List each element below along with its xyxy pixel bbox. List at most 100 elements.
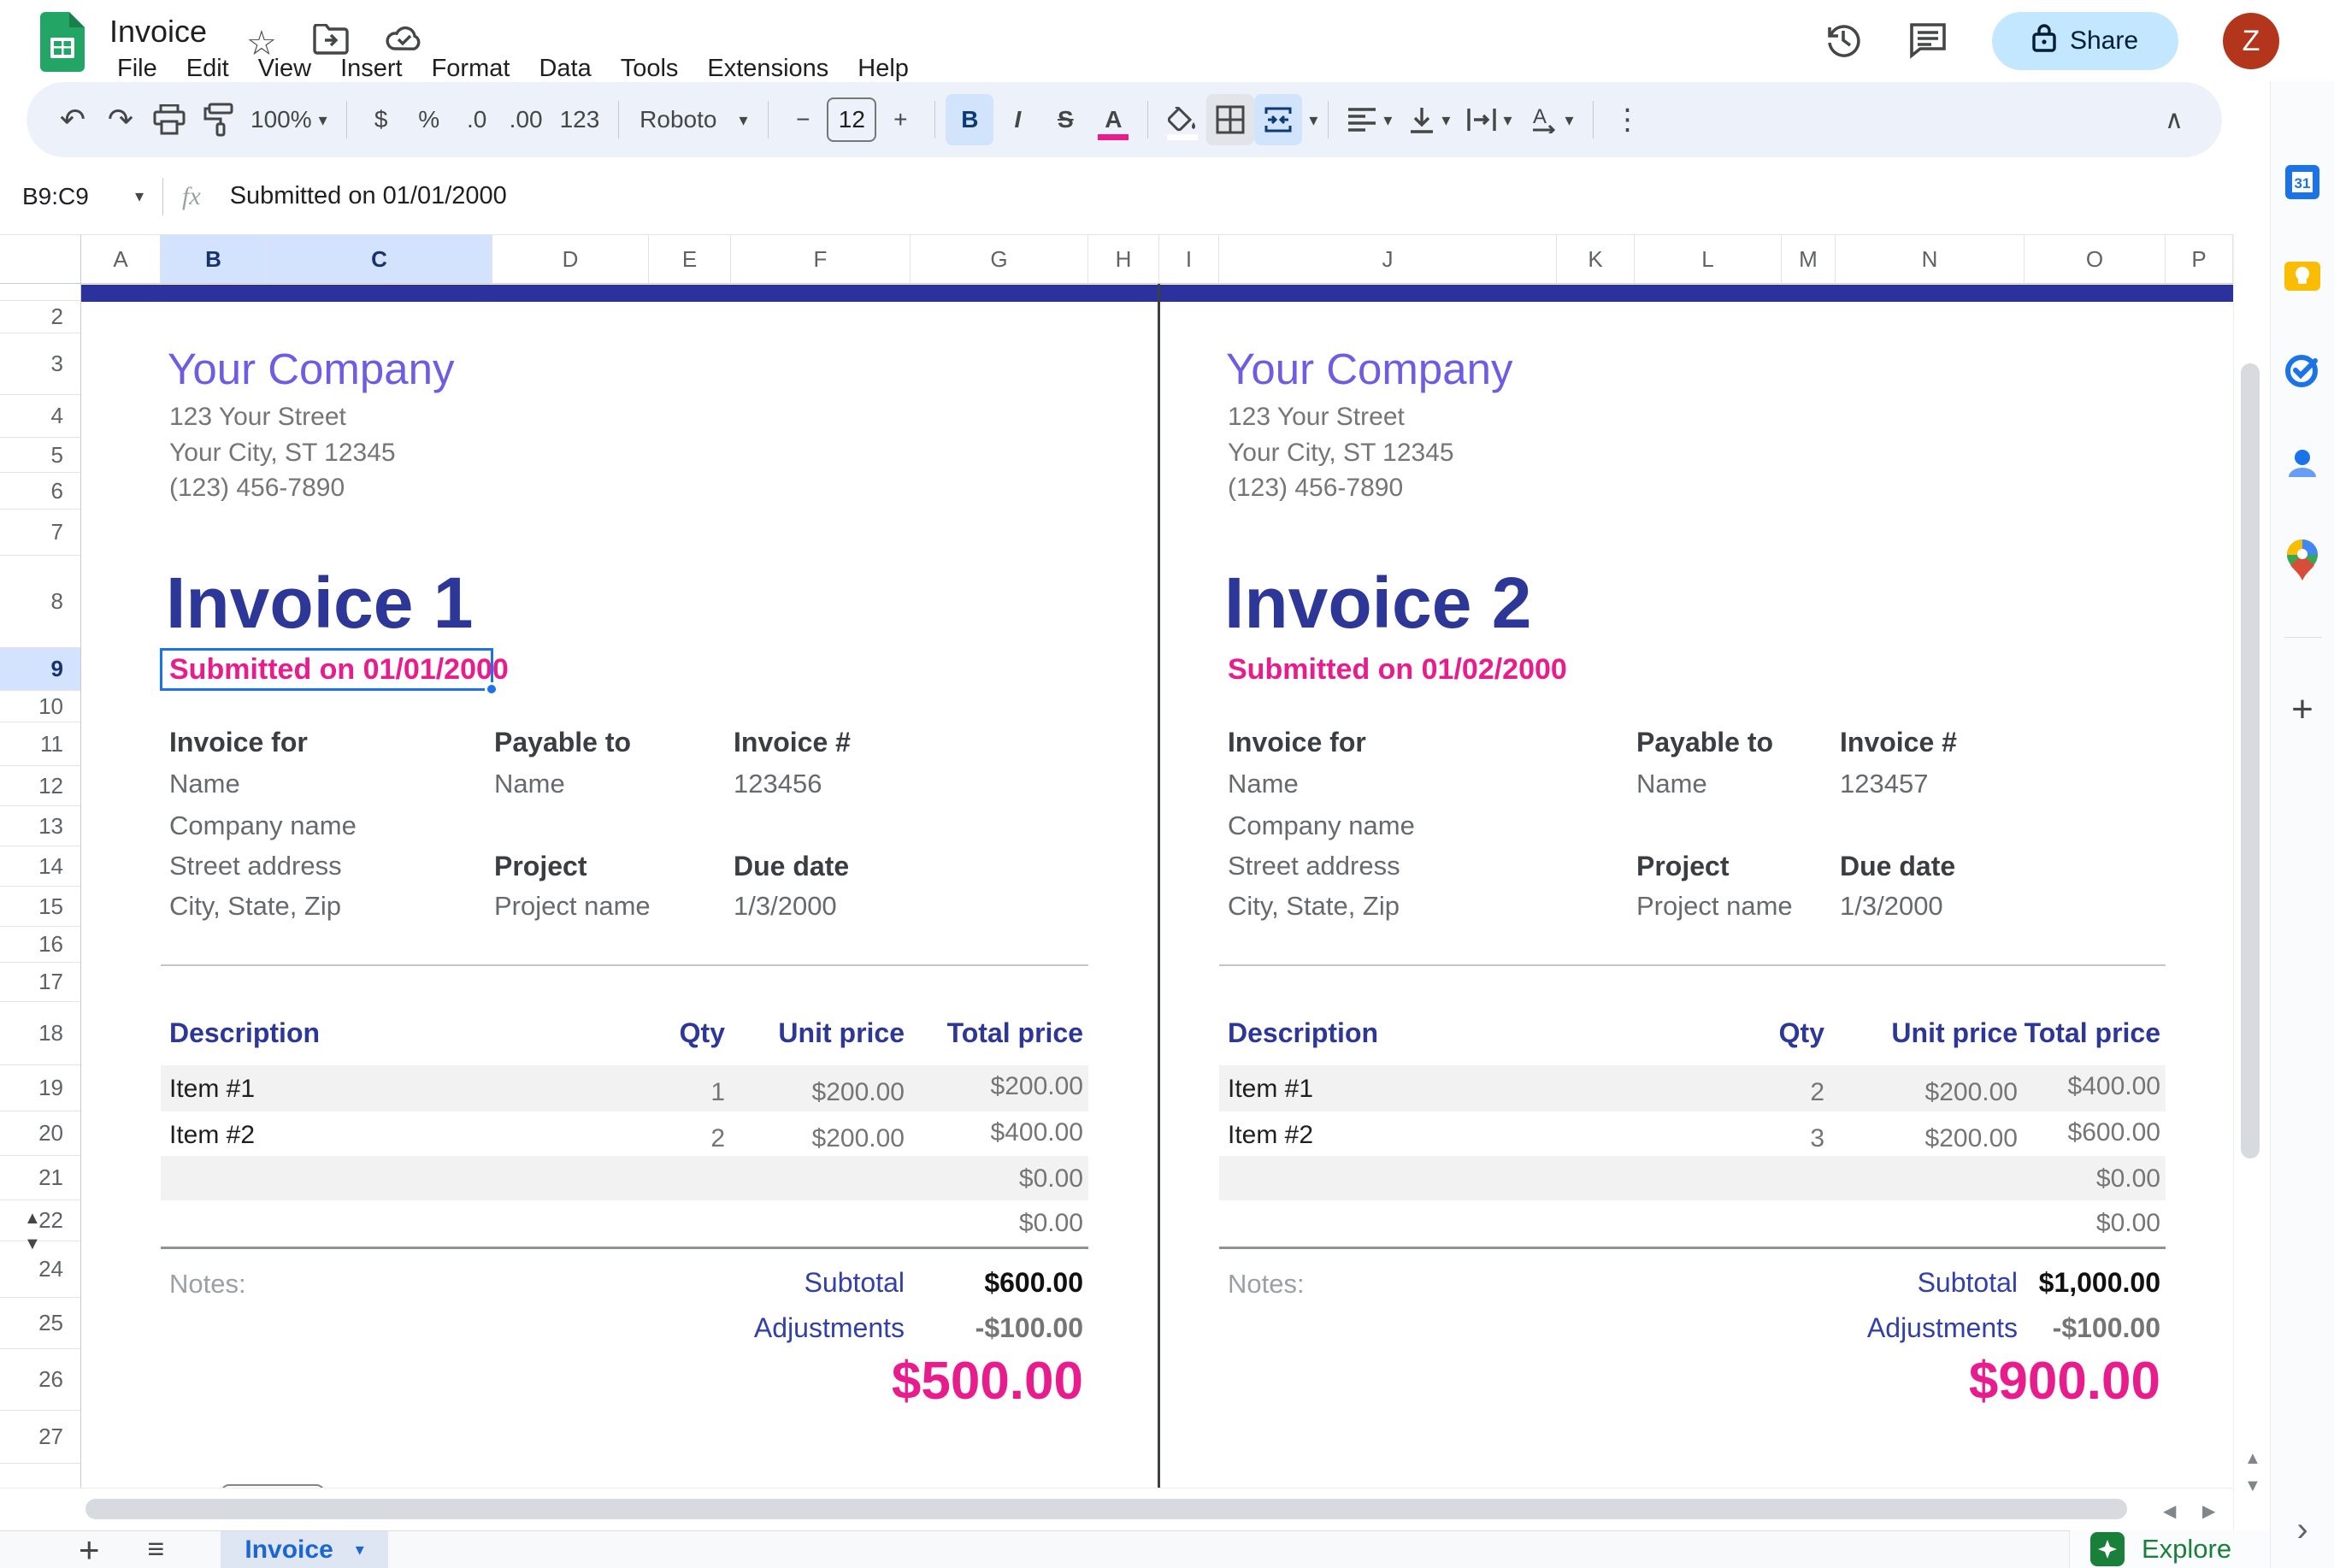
more-toolbar-options[interactable]: ⋮ (1604, 94, 1652, 145)
item-unit[interactable]: $200.00 (1925, 1124, 2018, 1153)
col-header-J[interactable]: J (1219, 235, 1557, 284)
project-name[interactable]: Project name (1636, 891, 1793, 922)
text-rotation-button[interactable]: A ▾ (1521, 94, 1583, 145)
invoice-title[interactable]: Invoice 1 (166, 562, 474, 645)
row-header-8[interactable]: 8 (0, 556, 80, 648)
print-button[interactable] (144, 94, 194, 145)
invoice-no[interactable]: 123456 (734, 769, 822, 799)
invoice-for-label[interactable]: Invoice for (1228, 727, 1366, 758)
col-description-label[interactable]: Description (169, 1017, 320, 1049)
item-total[interactable]: $0.00 (2096, 1209, 2160, 1238)
company-phone[interactable]: (123) 456-7890 (1228, 474, 1403, 503)
item-total[interactable]: $400.00 (991, 1118, 1083, 1147)
company-street[interactable]: 123 Your Street (1228, 403, 1405, 432)
due-date[interactable]: 1/3/2000 (1840, 891, 1943, 922)
version-history-icon[interactable] (1823, 19, 1864, 64)
subtotal-value[interactable]: $1,000.00 (2039, 1267, 2160, 1299)
scroll-down-icon[interactable]: ▼ (2244, 1477, 2261, 1496)
subtotal-label[interactable]: Subtotal (1918, 1267, 2018, 1299)
tasks-icon[interactable] (2283, 351, 2322, 394)
item-unit[interactable]: $200.00 (812, 1078, 905, 1107)
company-name[interactable]: Your Company (168, 344, 454, 394)
col-header-C[interactable]: C (267, 235, 492, 284)
subtotal-value[interactable]: $600.00 (984, 1267, 1083, 1299)
row-header-25[interactable]: 25 (0, 1298, 80, 1349)
row-header-4[interactable]: 4 (0, 395, 80, 438)
item-desc[interactable]: Item #1 (169, 1075, 255, 1104)
invoice-no-label[interactable]: Invoice # (734, 727, 851, 758)
item-desc[interactable]: Item #2 (169, 1121, 255, 1150)
col-qty-label[interactable]: Qty (1779, 1017, 1824, 1049)
item-unit[interactable]: $200.00 (812, 1124, 905, 1153)
bill-street[interactable]: Street address (1228, 851, 1400, 881)
sheets-logo-icon[interactable] (40, 12, 85, 72)
paint-format-button[interactable] (194, 94, 242, 145)
row-header-6[interactable]: 6 (0, 473, 80, 510)
sheet-tab-invoice[interactable]: Invoice ▾ (221, 1531, 387, 1568)
col-total-label[interactable]: Total price (947, 1017, 1083, 1049)
item-total[interactable]: $400.00 (2068, 1072, 2160, 1101)
invoice-title[interactable]: Invoice 2 (1224, 562, 1532, 645)
row-header-16[interactable]: 16 (0, 927, 80, 963)
adjustments-label[interactable]: Adjustments (1867, 1312, 2018, 1344)
decrease-font-size-button[interactable]: − (779, 94, 827, 145)
col-header-K[interactable]: K (1557, 235, 1635, 284)
row-header-12[interactable]: 12 (0, 766, 80, 806)
horizontal-align-button[interactable]: ▾ (1339, 94, 1400, 145)
row-header-14[interactable]: 14 (0, 846, 80, 887)
redo-button[interactable]: ↷ (97, 94, 144, 145)
merge-cells-button[interactable] (1254, 94, 1302, 145)
col-total-label[interactable]: Total price (2025, 1017, 2160, 1049)
item-total[interactable]: $0.00 (2096, 1164, 2160, 1194)
row-header-15[interactable]: 15 (0, 887, 80, 927)
col-header-D[interactable]: D (492, 235, 649, 284)
col-unit-label[interactable]: Unit price (778, 1017, 905, 1049)
invoice-for-label[interactable]: Invoice for (169, 727, 308, 758)
row-header-18[interactable]: 18 (0, 1002, 80, 1065)
text-wrap-button[interactable]: ▾ (1459, 94, 1520, 145)
bill-street[interactable]: Street address (169, 851, 342, 881)
item-total[interactable]: $200.00 (991, 1072, 1083, 1101)
row-header-5[interactable]: 5 (0, 438, 80, 473)
text-color-button[interactable]: A (1089, 94, 1137, 145)
collapse-toolbar-button[interactable]: ∧ (2150, 94, 2198, 145)
all-sheets-button[interactable]: ≡ (148, 1533, 165, 1566)
add-sheet-button[interactable]: + (79, 1532, 100, 1568)
format-currency-button[interactable]: $ (357, 94, 405, 145)
row-header-1[interactable] (0, 284, 80, 301)
account-avatar[interactable]: Z (2223, 13, 2279, 69)
bill-company[interactable]: Company name (1228, 811, 1415, 841)
name-box-caret[interactable]: ▾ (135, 186, 144, 207)
company-phone[interactable]: (123) 456-7890 (169, 474, 345, 503)
payable-to-label[interactable]: Payable to (1636, 727, 1773, 758)
col-header-L[interactable]: L (1635, 235, 1782, 284)
fill-color-button[interactable] (1158, 94, 1206, 145)
invoice-no[interactable]: 123457 (1840, 769, 1928, 799)
col-header-E[interactable]: E (649, 235, 731, 284)
keep-icon[interactable] (2283, 256, 2322, 300)
col-header-P[interactable]: P (2166, 235, 2233, 284)
col-header-I[interactable]: I (1159, 235, 1219, 284)
submitted-date[interactable]: Submitted on 01/02/2000 (1228, 653, 1567, 687)
due-date-label[interactable]: Due date (734, 851, 849, 882)
payee-name[interactable]: Name (1636, 769, 1707, 799)
col-header-F[interactable]: F (731, 235, 911, 284)
col-qty-label[interactable]: Qty (680, 1017, 725, 1049)
notes-label[interactable]: Notes: (1228, 1269, 1305, 1300)
scroll-right-icon[interactable]: ▶ (2202, 1500, 2215, 1522)
collapse-panel-icon[interactable]: › (2296, 1511, 2307, 1549)
row-header-10[interactable]: 10 (0, 691, 80, 722)
item-desc[interactable]: Item #1 (1228, 1075, 1313, 1104)
col-header-M[interactable]: M (1782, 235, 1836, 284)
row-header-26[interactable]: 26 (0, 1349, 80, 1411)
explore-button[interactable]: Explore (2069, 1530, 2270, 1568)
group-collapse-icon[interactable]: ▲ (24, 1209, 41, 1229)
scroll-left-icon[interactable]: ◀ (2163, 1500, 2176, 1522)
more-formats-button[interactable]: 123 (551, 94, 609, 145)
vertical-scrollbar-thumb[interactable] (2241, 363, 2260, 1158)
item-qty[interactable]: 3 (1810, 1124, 1824, 1153)
row-header-13[interactable]: 13 (0, 806, 80, 846)
payable-to-label[interactable]: Payable to (494, 727, 631, 758)
adjustments-value[interactable]: -$100.00 (975, 1312, 1083, 1344)
sheet-tab-caret[interactable]: ▾ (356, 1539, 364, 1560)
